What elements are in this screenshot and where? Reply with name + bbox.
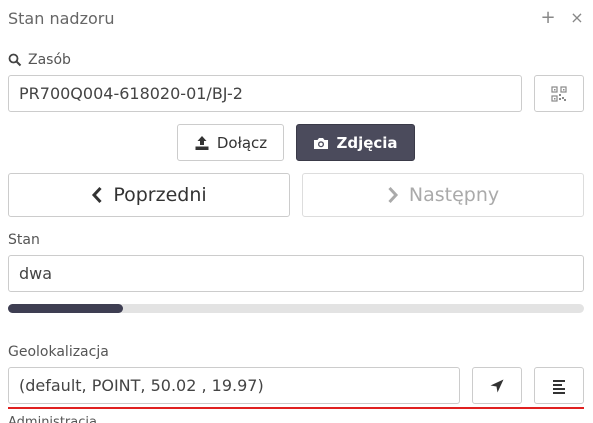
previous-button[interactable]: Poprzedni	[8, 173, 290, 217]
state-value: dwa	[19, 264, 53, 283]
photos-button[interactable]: Zdjęcia	[296, 124, 415, 161]
location-arrow-icon	[490, 379, 504, 392]
qr-code-button[interactable]	[534, 75, 584, 112]
administration-label: Administracja	[8, 416, 97, 423]
plus-icon[interactable]: +	[538, 8, 558, 28]
search-icon	[8, 53, 22, 67]
attach-button[interactable]: Dołącz	[177, 124, 284, 161]
details-button[interactable]	[534, 367, 584, 404]
geolocation-label: Geolokalizacja	[8, 344, 109, 360]
geolocation-field[interactable]: (default, POINT, 50.02 , 19.97)	[8, 367, 460, 404]
state-progress-fill	[8, 304, 124, 313]
geolocation-value: (default, POINT, 50.02 , 19.97)	[19, 376, 264, 395]
state-field[interactable]: dwa	[8, 255, 584, 292]
qr-code-icon	[551, 85, 567, 102]
resource-label-text: Zasób	[28, 52, 71, 68]
chevron-right-icon	[388, 186, 398, 204]
next-button[interactable]: Następny	[302, 173, 584, 217]
upload-icon	[195, 135, 209, 150]
state-label: Stan	[8, 232, 40, 248]
next-label: Następny	[408, 184, 500, 206]
previous-label: Poprzedni	[113, 184, 207, 206]
photos-label: Zdjęcia	[336, 133, 398, 152]
resource-value: PR700Q004-618020-01/BJ-2	[19, 84, 243, 103]
state-progress-bar	[8, 304, 584, 313]
geolocation-error-underline	[8, 407, 584, 409]
attach-label: Dołącz	[216, 133, 268, 152]
resource-field[interactable]: PR700Q004-618020-01/BJ-2	[8, 75, 522, 112]
locate-button[interactable]	[472, 367, 522, 404]
align-left-icon	[553, 379, 565, 394]
camera-icon	[314, 137, 329, 149]
resource-label: Zasób	[8, 52, 71, 68]
chevron-left-icon	[92, 186, 102, 204]
close-icon[interactable]: ×	[567, 8, 587, 28]
page-title: Stan nadzoru	[8, 9, 115, 28]
